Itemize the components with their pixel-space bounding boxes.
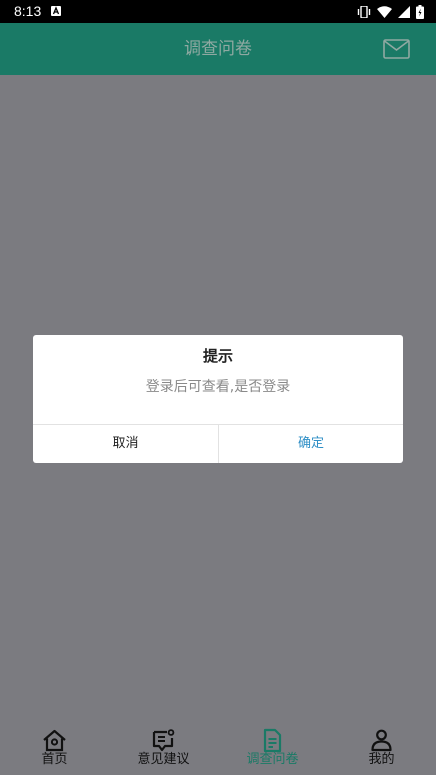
tab-label: 意见建议 — [137, 752, 190, 767]
mail-icon[interactable] — [383, 39, 410, 59]
home-icon — [43, 729, 66, 752]
tab-profile[interactable]: 我的 — [327, 711, 436, 775]
vibrate-icon — [357, 5, 371, 18]
cancel-button[interactable]: 取消 — [33, 425, 218, 463]
status-bar: 8:13 — [0, 0, 436, 23]
app-header: 调查问卷 — [0, 23, 436, 75]
wifi-icon — [377, 5, 392, 18]
page-title: 调查问卷 — [184, 39, 252, 59]
tab-survey[interactable]: 调查问卷 — [218, 711, 327, 775]
tab-label: 调查问卷 — [246, 752, 299, 767]
tab-feedback[interactable]: 意见建议 — [109, 711, 218, 775]
document-icon — [263, 728, 282, 753]
bottom-tab-bar: 首页 意见建议 调查问卷 我的 — [0, 711, 436, 775]
login-prompt-dialog: 提示 登录后可查看,是否登录 取消 确定 — [33, 335, 403, 463]
signal-icon — [398, 5, 410, 18]
tab-label: 我的 — [368, 752, 395, 767]
status-icons — [357, 4, 424, 19]
dialog-message: 登录后可查看,是否登录 — [145, 379, 291, 395]
feedback-icon — [152, 729, 175, 752]
tab-home[interactable]: 首页 — [0, 711, 109, 775]
user-icon — [371, 729, 392, 752]
a-icon — [51, 6, 61, 16]
battery-icon — [416, 4, 424, 19]
tab-label: 首页 — [41, 752, 68, 767]
confirm-button[interactable]: 确定 — [219, 425, 403, 463]
status-time: 8:13 — [14, 3, 42, 19]
dialog-title: 提示 — [202, 347, 233, 365]
